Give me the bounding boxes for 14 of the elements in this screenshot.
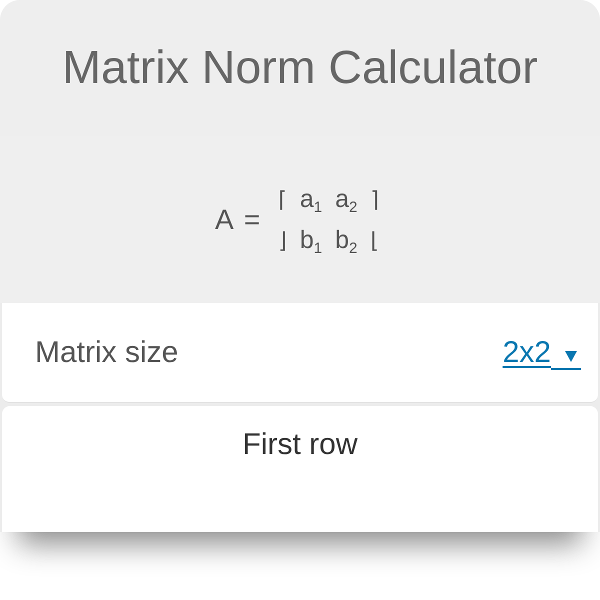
caret-icon <box>565 351 577 362</box>
bracket-glyph: ⌊ <box>370 226 379 254</box>
matrix-entry: b$_{1}$ <box>300 224 322 256</box>
bracket-glyph: ⌉ <box>370 186 379 214</box>
bracket-glyph: ⌋ <box>278 226 287 254</box>
matrix-variable: A = <box>215 204 260 236</box>
field-label: Matrix size <box>35 336 178 370</box>
matrix-entry: a$_{2}$ <box>335 184 358 216</box>
bracket-glyph: ⌈ <box>278 186 287 214</box>
matrix-entry: b$_{2}$ <box>335 224 358 256</box>
matrix-entry: a$_{1}$ <box>300 184 322 216</box>
calculator-title: Matrix Norm Calculator <box>62 40 538 95</box>
matrix-size-dropdown[interactable]: 2x2 <box>502 335 581 370</box>
section-title: First row <box>242 428 358 462</box>
